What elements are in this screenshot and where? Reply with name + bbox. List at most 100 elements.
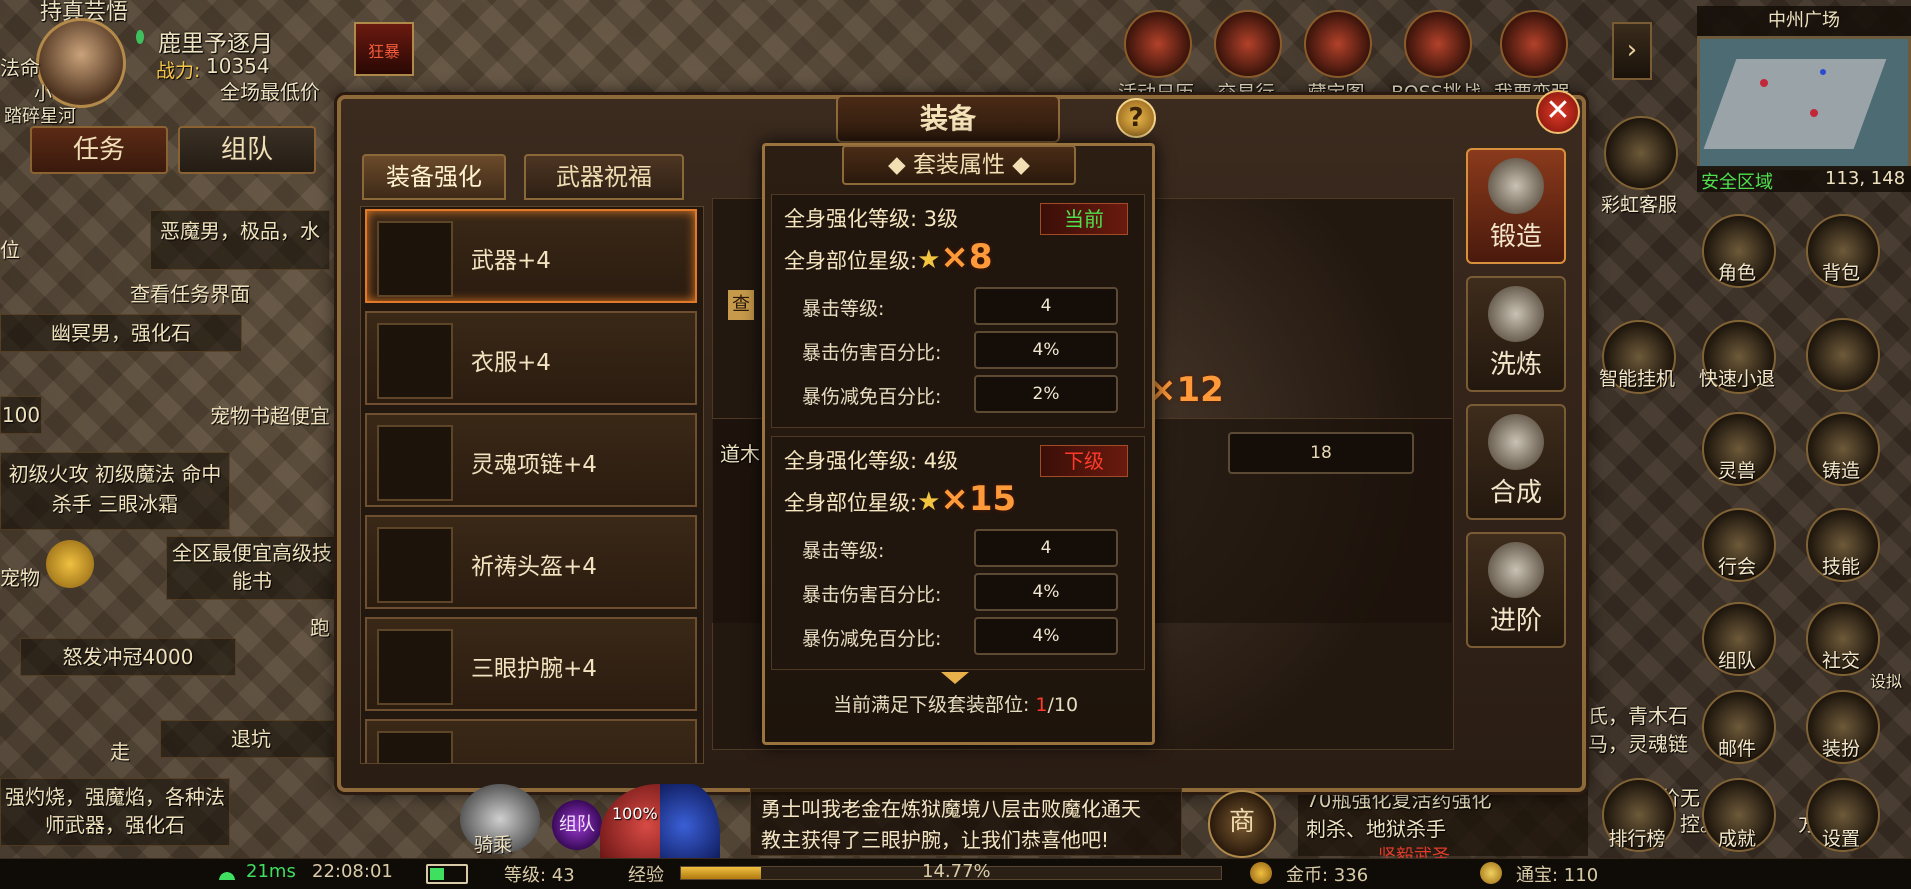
collapse-arrow-button[interactable]: › <box>1612 22 1652 80</box>
quest-entry[interactable]: 强灼烧，强魔焰，各种法师武器，强化石 <box>0 778 230 846</box>
skills-button[interactable]: 技能 <box>1796 508 1886 582</box>
character-button[interactable]: 角色 <box>1692 214 1782 288</box>
chat-bubble-icon[interactable] <box>46 540 94 588</box>
social-button[interactable]: 社交 <box>1796 602 1886 676</box>
quest-entry[interactable]: 怒发冲冠4000 <box>20 638 236 676</box>
bag-label: 背包 <box>1821 262 1860 284</box>
next-star-mult: ×15 <box>940 479 1017 519</box>
footer-current: 1 <box>1035 694 1048 716</box>
cross-icon <box>1806 318 1880 392</box>
zone-status: 安全区域 <box>1701 172 1773 193</box>
quest-text: 初级火攻 初级魔法 命中杀手 三眼冰霜 <box>8 462 222 516</box>
chat-line: 勇士叫我老金在炼狱魔境八层击败魔化通天 <box>761 797 1141 821</box>
wifi-icon <box>216 864 238 880</box>
boss-challenge-button[interactable]: BOSS挑战 <box>1388 10 1484 105</box>
star-icon: ★ <box>917 487 941 517</box>
tab-team[interactable]: 组队 <box>178 126 316 174</box>
treasure-map-button[interactable]: 藏宝图 <box>1288 10 1384 105</box>
view-button[interactable]: 查 <box>728 290 754 320</box>
equipment-item-necklace[interactable]: 灵魂项链+4 <box>365 413 697 507</box>
minimap[interactable] <box>1697 36 1911 170</box>
quest-entry[interactable]: 初级火攻 初级魔法 命中杀手 三眼冰霜 <box>0 452 230 530</box>
equipment-item-armor[interactable]: 衣服+4 <box>365 311 697 405</box>
tab-quest[interactable]: 任务 <box>30 126 168 174</box>
forge-tab-button[interactable]: 锻造 <box>1466 148 1566 264</box>
mail-button[interactable]: 邮件 <box>1692 690 1782 764</box>
auto-farm-button[interactable]: 智能挂机 <box>1592 320 1682 394</box>
refine-tab-button[interactable]: 洗炼 <box>1466 276 1566 392</box>
close-button[interactable]: ✕ <box>1536 90 1580 134</box>
behind-row-value: 18 <box>1228 432 1414 474</box>
exp-bar-fill <box>681 867 761 879</box>
help-button[interactable]: ? <box>1116 98 1156 138</box>
quest-entry[interactable]: 恶魔男，极品，水 <box>150 210 330 270</box>
equipment-item-helmet[interactable]: 祈祷头盔+4 <box>365 515 697 609</box>
next-star-label: 全身部位星级:★×15 <box>784 479 1016 519</box>
calendar-icon <box>1124 10 1192 78</box>
next-tag: 下级 <box>1040 445 1128 477</box>
chat-line: 教主获得了三眼护腕，让我们恭喜他吧! <box>761 828 1110 852</box>
tab-weapon-blessing[interactable]: 武器祝福 <box>524 154 684 200</box>
equipment-item-name: 祈祷头盔+4 <box>471 554 597 580</box>
current-level-label: 全身强化等级: 3级 <box>784 207 959 231</box>
stat-value: 4% <box>974 331 1118 369</box>
chevron-down-icon[interactable] <box>941 672 969 684</box>
settings-label: 设置 <box>1821 828 1860 850</box>
menu-toggle-button[interactable] <box>1806 318 1880 392</box>
combine-tab-label: 合成 <box>1489 478 1542 508</box>
ranking-button[interactable]: 排行榜 <box>1592 778 1682 852</box>
pet-label: 灵兽 <box>1717 460 1756 482</box>
quest-entry[interactable]: 退坑 <box>160 720 342 758</box>
equipment-item-weapon[interactable]: 武器+4 <box>365 209 697 303</box>
flame-icon <box>1488 542 1544 598</box>
outfit-label: 装扮 <box>1821 738 1860 760</box>
current-star-text: 全身部位星级: <box>784 249 918 273</box>
stat-value: 4% <box>974 617 1118 655</box>
equipment-item-bracer[interactable]: 三眼护腕+4 <box>365 617 697 711</box>
right-misc-text: 设拟 <box>1870 672 1903 691</box>
minimap-location: 中州广场 <box>1697 6 1911 36</box>
pet-button[interactable]: 灵兽 <box>1692 412 1782 486</box>
quest-text: 100 <box>1 403 41 427</box>
quest-entry[interactable]: 幽冥男，强化石 <box>0 314 242 352</box>
customer-service-button[interactable]: 彩虹客服 <box>1594 116 1684 217</box>
combine-tab-button[interactable]: 合成 <box>1466 404 1566 520</box>
trade-market-button[interactable]: 交易行 <box>1198 10 1294 105</box>
power-value: 10354 <box>206 54 270 78</box>
equipment-item-name: 衣服+4 <box>471 350 551 376</box>
current-star-label: 全身部位星级:★×8 <box>784 237 993 277</box>
map-scroll-icon <box>1304 10 1372 78</box>
tab-equipment-enhance[interactable]: 装备强化 <box>362 154 506 200</box>
team-quick-button[interactable]: 组队 <box>552 800 602 850</box>
stat-label: 暴击伤害百分比: <box>802 584 942 606</box>
mount-label: 骑乘 <box>474 834 513 856</box>
equipment-list[interactable]: 武器+4 衣服+4 灵魂项链+4 祈祷头盔+4 三眼护腕+4 <box>360 206 704 764</box>
quest-text[interactable]: 查看任务界面 <box>90 278 290 307</box>
transform-button[interactable]: 狂暴 <box>354 22 414 76</box>
quick-logout-button[interactable]: 快速小退 <box>1692 320 1782 394</box>
team-button[interactable]: 组队 <box>1692 602 1782 676</box>
power-label: 战力: <box>156 60 201 82</box>
bag-button[interactable]: 背包 <box>1796 214 1886 288</box>
achievement-button[interactable]: 成就 <box>1692 778 1782 852</box>
guild-button[interactable]: 行会 <box>1692 508 1782 582</box>
activity-calendar-button[interactable]: 活动日历 <box>1108 10 1204 105</box>
forge-button[interactable]: 铸造 <box>1796 412 1886 486</box>
stat-label: 暴击等级: <box>802 540 885 562</box>
quest-text: 跑 <box>310 616 330 640</box>
equipment-item-next[interactable] <box>365 719 697 763</box>
quest-entry[interactable]: 100 <box>0 396 42 434</box>
settings-button[interactable]: 设置 <box>1796 778 1886 852</box>
advance-tab-button[interactable]: 进阶 <box>1466 532 1566 648</box>
mount-button[interactable]: 骑乘 <box>460 784 540 856</box>
quest-text: 宠物 <box>0 566 40 590</box>
quest-entry[interactable]: 全区最便宜高级技能书 <box>166 536 338 600</box>
stat-value: 2% <box>974 375 1118 413</box>
shop-button[interactable]: 商 <box>1208 790 1276 858</box>
stat-label: 暴伤减免百分比: <box>802 386 942 408</box>
outfit-button[interactable]: 装扮 <box>1796 690 1886 764</box>
battery-icon <box>426 864 468 884</box>
quick-logout-label: 快速小退 <box>1698 368 1775 390</box>
quest-text: 位 <box>0 238 20 262</box>
quest-text: 全区最便宜高级技能书 <box>172 541 332 593</box>
